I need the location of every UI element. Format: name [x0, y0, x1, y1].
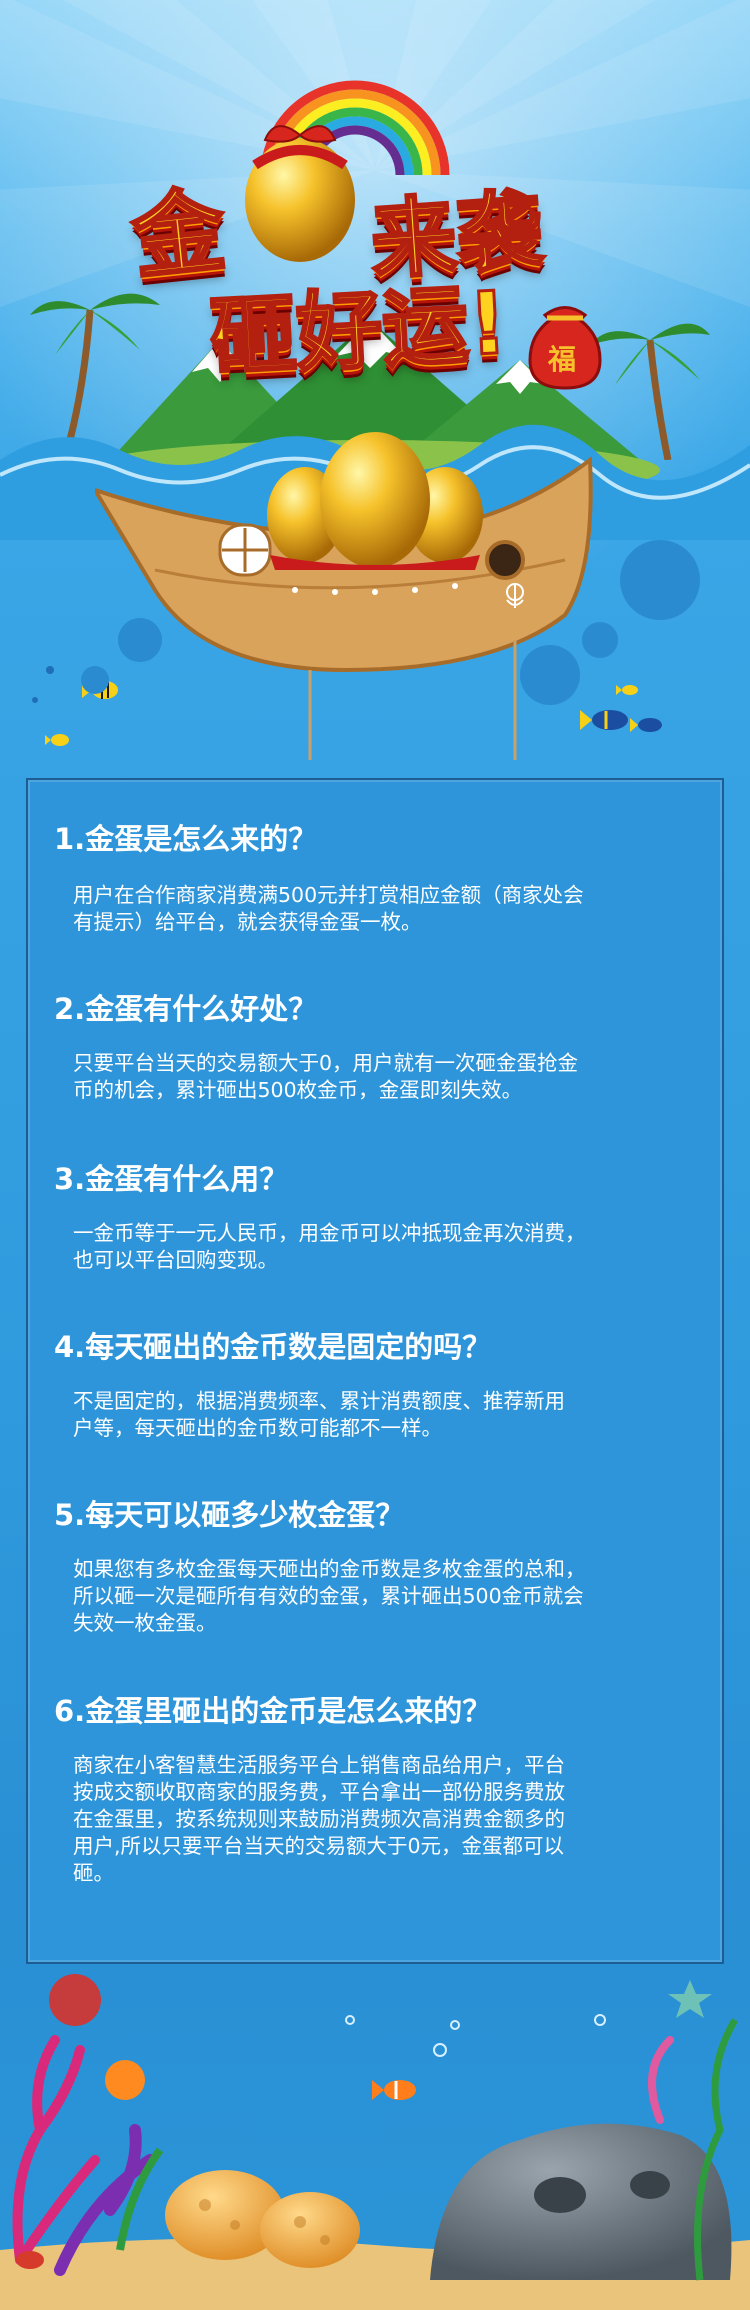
faq-answer-line: 失效一枚金蛋。	[73, 1611, 217, 1635]
faq-answer-line: 商家在小客智慧生活服务平台上销售商品给用户，平台	[73, 1753, 565, 1777]
faq-answer-line: 用户,所以只要平台当天的交易额大于0元，金蛋都可以	[73, 1834, 565, 1858]
faq-question: 4.每天砸出的金币数是固定的吗？	[54, 1330, 492, 1364]
faq-question: 6.金蛋里砸出的金币是怎么来的？	[54, 1694, 492, 1728]
faq-item: 5.每天可以砸多少枚金蛋？ 如果您有多枚金蛋每天砸出的金币数是多枚金蛋的总和， …	[54, 1496, 704, 1637]
faq-answer-line: 用户在合作商家消费满500元并打赏相应金额（商家处会	[73, 883, 584, 907]
faq-question: 1.金蛋是怎么来的？	[54, 822, 318, 856]
faq-question: 3.金蛋有什么用？	[54, 1162, 289, 1196]
faq-answer-line: 不是固定的，根据消费频率、累计消费额度、推荐新用	[73, 1389, 565, 1413]
bubbles-decoration	[81, 540, 700, 705]
faq-panel: 1.金蛋是怎么来的？ 用户在合作商家消费满500元并打赏相应金额（商家处会 有提…	[26, 778, 724, 1964]
faq-answer-line: 只要平台当天的交易额大于0，用户就有一次砸金蛋抢金	[73, 1051, 579, 1075]
faq-answer-line: 在金蛋里，按系统规则来鼓励消费频次高消费金额多的	[73, 1807, 565, 1831]
faq-answer-line: 砸。	[73, 1861, 114, 1885]
faq-answer-line: 一金币等于一元人民币，用金币可以冲抵现金再次消费，	[73, 1221, 586, 1245]
golden-egg-icon	[245, 125, 355, 262]
faq-item: 1.金蛋是怎么来的？ 用户在合作商家消费满500元并打赏相应金额（商家处会 有提…	[54, 820, 704, 936]
faq-answer-line: 有提示）给平台，就会获得金蛋一枚。	[73, 910, 422, 934]
faq-question: 2.金蛋有什么好处？	[54, 992, 318, 1026]
faq-item: 2.金蛋有什么好处？ 只要平台当天的交易额大于0，用户就有一次砸金蛋抢金 币的机…	[54, 990, 704, 1104]
lucky-bag-label: 福	[548, 343, 577, 376]
faq-answer-line: 户等，每天砸出的金币数可能都不一样。	[73, 1416, 442, 1440]
coral-icon	[0, 1974, 750, 2310]
title-line2: 砸好运!	[207, 272, 512, 390]
faq-answer-line: 也可以平台回购变现。	[73, 1248, 278, 1272]
faq-answer-line: 如果您有多枚金蛋每天砸出的金币数是多枚金蛋的总和，	[73, 1557, 586, 1581]
faq-answer-line: 所以砸一次是砸所有有效的金蛋，累计砸出500金币就会	[73, 1584, 584, 1608]
faq-item: 6.金蛋里砸出的金币是怎么来的？ 商家在小客智慧生活服务平台上销售商品给用户，平…	[54, 1692, 704, 1887]
faq-item: 3.金蛋有什么用？ 一金币等于一元人民币，用金币可以冲抵现金再次消费， 也可以平…	[54, 1160, 704, 1274]
faq-question: 5.每天可以砸多少枚金蛋？	[54, 1498, 405, 1532]
faq-answer-line: 币的机会，累计砸出500枚金币，金蛋即刻失效。	[73, 1078, 523, 1102]
faq-answer-line: 按成交额收取商家的服务费，平台拿出一部份服务费放	[73, 1780, 565, 1804]
faq-item: 4.每天砸出的金币数是固定的吗？ 不是固定的，根据消费频率、累计消费额度、推荐新…	[54, 1328, 704, 1442]
page: 金 来袭 砸好运! 福 1.金蛋是怎么来的？ 用户在合作商家消费满500元并打赏…	[0, 0, 750, 2310]
